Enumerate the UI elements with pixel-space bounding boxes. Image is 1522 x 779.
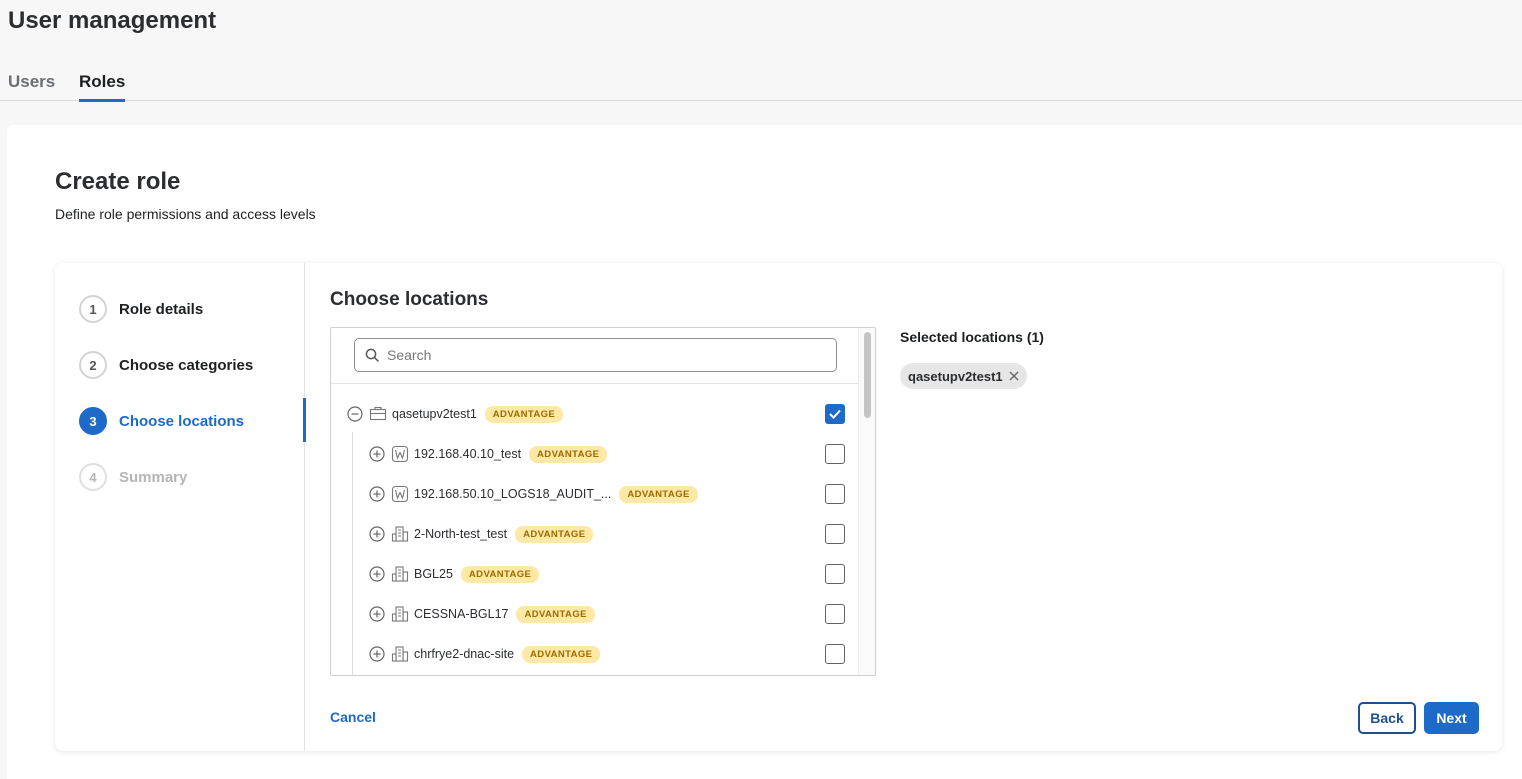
- license-badge: ADVANTAGE: [484, 405, 564, 423]
- search-icon: [365, 348, 379, 362]
- tree-scrollbar[interactable]: [858, 328, 875, 675]
- search-field[interactable]: [354, 338, 837, 372]
- selected-location-chip: qasetupv2test1: [900, 363, 1027, 389]
- step-choose-categories[interactable]: 2 Choose categories: [79, 350, 305, 380]
- location-checkbox[interactable]: [825, 444, 845, 464]
- expand-icon[interactable]: [369, 486, 385, 502]
- step-label: Role details: [119, 300, 204, 318]
- expand-icon[interactable]: [369, 606, 385, 622]
- step-label: Choose locations: [119, 412, 245, 430]
- global-icon: [369, 406, 387, 421]
- scrollbar-thumb[interactable]: [864, 332, 871, 418]
- step-role-details[interactable]: 1 Role details: [79, 294, 305, 324]
- check-icon: [829, 409, 841, 419]
- license-badge: ADVANTAGE: [529, 445, 608, 463]
- wizard-panel: 1 Role details 2 Choose categories 3 Cho…: [55, 263, 1502, 751]
- step-number: 2: [79, 351, 107, 379]
- location-name: qasetupv2test1: [392, 407, 477, 421]
- cancel-link[interactable]: Cancel: [330, 709, 376, 725]
- tab-roles[interactable]: Roles: [79, 72, 126, 102]
- expand-icon[interactable]: [369, 446, 385, 462]
- expand-icon[interactable]: [369, 646, 385, 662]
- selected-locations-title: Selected locations (1): [900, 329, 1044, 345]
- building-icon: [391, 606, 409, 622]
- location-checkbox[interactable]: [825, 564, 845, 584]
- location-name: 192.168.40.10_test: [414, 447, 522, 461]
- step-label: Choose categories: [119, 356, 254, 374]
- location-name: 192.168.50.10_LOGS18_AUDIT_...: [414, 487, 612, 501]
- expand-icon[interactable]: [369, 566, 385, 582]
- wan-icon: [391, 445, 409, 463]
- tree-row: BGL25 ADVANTAGE: [331, 554, 859, 594]
- section-title: Choose locations: [330, 289, 489, 310]
- wizard-steps: 1 Role details 2 Choose categories 3 Cho…: [55, 263, 306, 751]
- location-tree-box: qasetupv2test1 ADVANTAGE: [330, 327, 876, 676]
- step-choose-locations[interactable]: 3 Choose locations: [79, 398, 306, 442]
- create-role-card: Create role Define role permissions and …: [7, 125, 1522, 779]
- collapse-icon[interactable]: [347, 406, 363, 422]
- tree-row: 192.168.40.10_test ADVANTAGE: [331, 434, 859, 474]
- building-icon: [391, 526, 409, 542]
- tree-row: qasetupv2test1 ADVANTAGE: [331, 394, 859, 434]
- location-checkbox[interactable]: [825, 484, 845, 504]
- location-checkbox[interactable]: [825, 404, 845, 424]
- step-label: Summary: [119, 468, 188, 486]
- tab-bar: Users Roles: [0, 60, 1522, 102]
- license-badge: ADVANTAGE: [522, 645, 601, 663]
- tree-row: 2-North-test_test ADVANTAGE: [331, 514, 859, 554]
- location-checkbox[interactable]: [825, 604, 845, 624]
- location-name: BGL25: [414, 567, 453, 581]
- tree-row: 192.168.50.10_LOGS18_AUDIT_... ADVANTAGE: [331, 474, 859, 514]
- location-name: chrfrye2-dnac-site: [414, 647, 515, 661]
- step-summary: 4 Summary: [79, 462, 305, 492]
- search-input[interactable]: [387, 347, 807, 363]
- card-title: Create role: [55, 168, 181, 195]
- back-button[interactable]: Back: [1358, 702, 1416, 734]
- tree-row: chrfrye2-dnac-site ADVANTAGE: [331, 634, 859, 674]
- close-icon[interactable]: [1009, 371, 1019, 381]
- chip-label: qasetupv2test1: [908, 368, 1003, 384]
- expand-icon[interactable]: [369, 526, 385, 542]
- step-number: 3: [79, 407, 107, 435]
- card-subtitle: Define role permissions and access level…: [55, 206, 316, 222]
- building-icon: [391, 566, 409, 582]
- search-bar: [331, 328, 859, 384]
- license-badge: ADVANTAGE: [516, 605, 595, 623]
- page-title: User management: [8, 7, 217, 34]
- location-name: 2-North-test_test: [414, 527, 508, 541]
- wan-icon: [391, 485, 409, 503]
- next-button[interactable]: Next: [1424, 702, 1479, 734]
- license-badge: ADVANTAGE: [619, 485, 698, 503]
- license-badge: ADVANTAGE: [515, 525, 594, 543]
- location-checkbox[interactable]: [825, 644, 845, 664]
- tree-row: CESSNA-BGL17 ADVANTAGE: [331, 594, 859, 634]
- building-icon: [391, 646, 409, 662]
- tab-users[interactable]: Users: [8, 72, 55, 92]
- location-checkbox[interactable]: [825, 524, 845, 544]
- step-number: 1: [79, 295, 107, 323]
- location-name: CESSNA-BGL17: [414, 607, 509, 621]
- license-badge: ADVANTAGE: [460, 565, 540, 583]
- step-number: 4: [79, 463, 107, 491]
